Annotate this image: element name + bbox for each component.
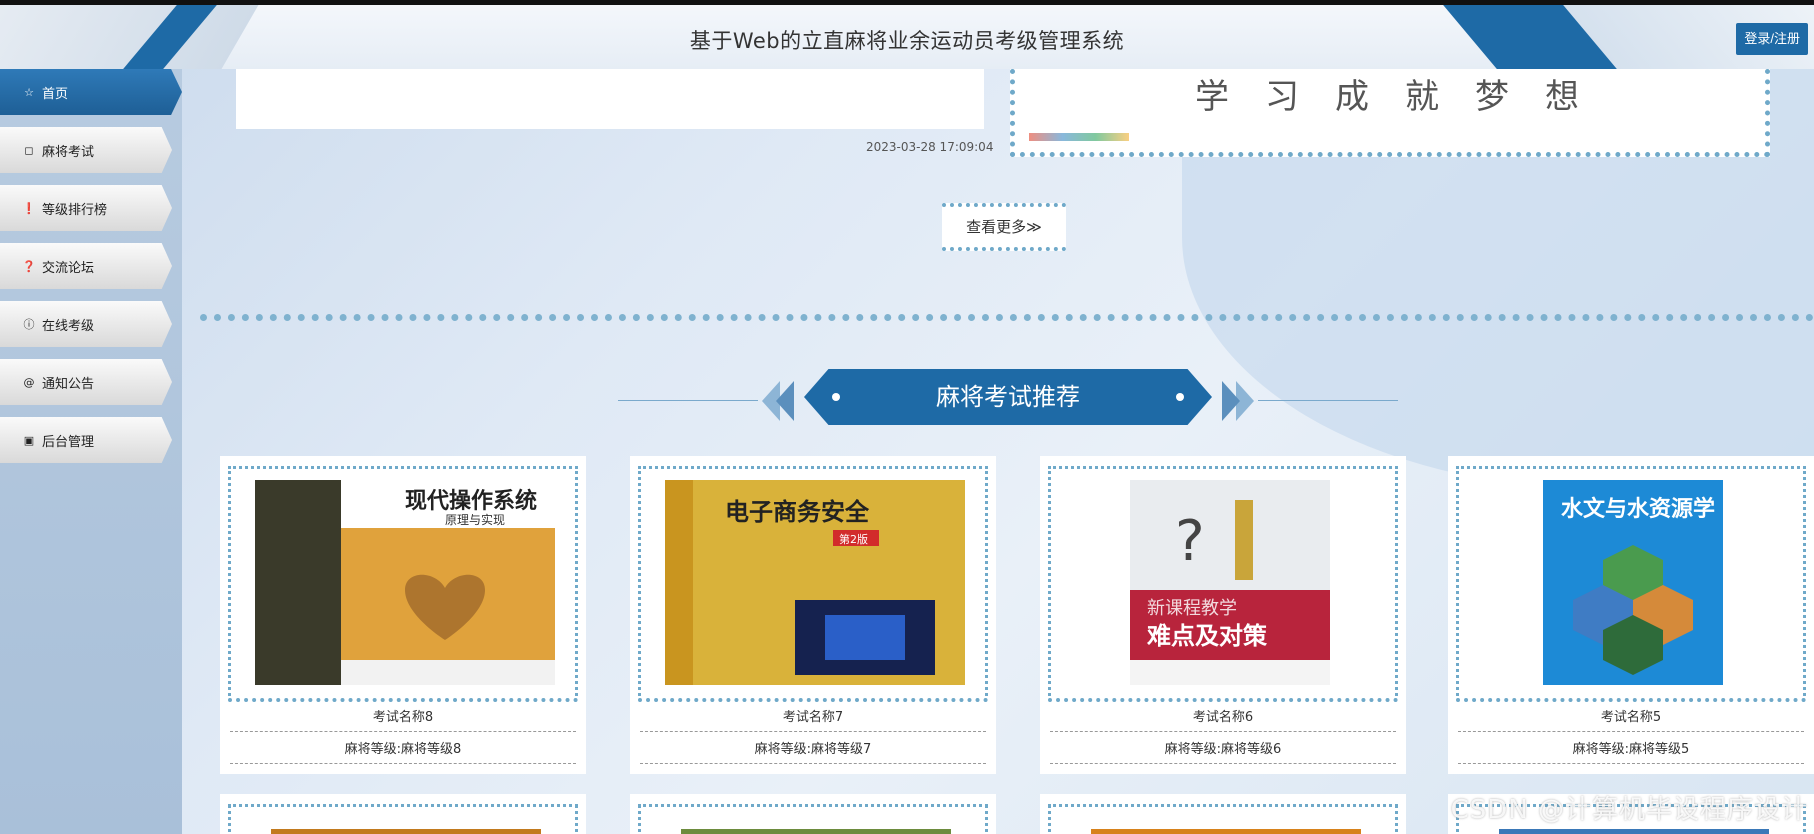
exam-cover-image[interactable] [271, 829, 541, 834]
sidebar: ☆ 首页 ◻ 麻将考试 ❗ 等级排行榜 ❓ 交流论坛 ⓘ 在线考级 @ 通知公告… [0, 69, 182, 834]
exam-cover-image[interactable] [1091, 829, 1361, 834]
exam-cover-frame: ? 新课程教学 难点及对策 [1048, 466, 1398, 702]
sidebar-item-admin[interactable]: ▣ 后台管理 [0, 417, 172, 463]
cover-title: 新课程教学 [1147, 598, 1237, 619]
cover-title: 水文与水资源学 [1561, 496, 1715, 522]
card-divider [1050, 731, 1396, 732]
info-circle-icon: ⓘ [23, 318, 35, 331]
cover-frame-border [228, 698, 578, 702]
dot-icon [832, 393, 840, 401]
exam-cover-frame: 电子商务安全 第2版 [638, 466, 988, 702]
cover-subtitle: 第2版 [839, 532, 868, 546]
question-circle-icon: ❓ [22, 259, 36, 273]
calendar-icon: ▣ [23, 433, 35, 447]
exam-level: 麻将等级:麻将等级5 [1572, 742, 1690, 757]
dot-icon [1176, 393, 1184, 401]
section-divider [200, 314, 1814, 321]
card-divider [1458, 731, 1804, 732]
sidebar-item-label: 交流论坛 [42, 260, 95, 276]
exam-cover-frame [228, 804, 578, 834]
banner-slogan: 学习成就梦想 [1195, 77, 1615, 117]
exam-card[interactable]: 现代操作系统 原理与实现 考试名称8 麻将等级:麻将等级8 [220, 456, 586, 774]
sidebar-item-label: 在线考级 [42, 318, 95, 334]
exam-card[interactable] [220, 794, 586, 834]
exam-recommend-list: 现代操作系统 原理与实现 考试名称8 麻将等级:麻将等级8 电子商务安全 第2版… [220, 456, 1814, 834]
cover-frame-border [1456, 698, 1806, 702]
exam-level: 麻将等级:麻将等级7 [754, 742, 872, 757]
exam-cover-image[interactable] [681, 829, 951, 834]
card-divider [640, 763, 986, 764]
at-icon: @ [23, 375, 35, 389]
exam-card[interactable] [1040, 794, 1406, 834]
sidebar-item-label: 等级排行榜 [42, 202, 108, 218]
exam-cover-frame: 现代操作系统 原理与实现 [228, 466, 578, 702]
card-divider [230, 731, 576, 732]
exam-name: 考试名称6 [1192, 710, 1254, 725]
section-title-text: 麻将考试推荐 [936, 383, 1080, 411]
news-date: 2023-03-28 17:09:04 [866, 140, 994, 154]
cover-title: 电子商务安全 [725, 497, 870, 526]
exam-cover-image[interactable]: 现代操作系统 原理与实现 [255, 480, 555, 685]
arrow-right-icon [1222, 381, 1240, 421]
exam-card[interactable]: 电子商务安全 第2版 考试名称7 麻将等级:麻将等级7 [630, 456, 996, 774]
cover-subtitle: 原理与实现 [445, 512, 505, 527]
site-title: 基于Web的立直麻将业余运动员考级管理系统 [689, 29, 1125, 53]
exam-name: 考试名称5 [1600, 710, 1662, 725]
exam-cover-frame [1048, 804, 1398, 834]
exam-cover-image[interactable] [1499, 829, 1769, 834]
sidebar-item-label: 后台管理 [42, 434, 95, 450]
card-divider [230, 763, 576, 764]
sidebar-item-online-grading[interactable]: ⓘ 在线考级 [0, 301, 172, 347]
bag-icon: ◻ [24, 143, 34, 157]
sidebar-item-forum[interactable]: ❓ 交流论坛 [0, 243, 172, 289]
exam-card[interactable]: ? 新课程教学 难点及对策 考试名称6 麻将等级:麻将等级6 [1040, 456, 1406, 774]
exam-card[interactable]: 水文与水资源学 考试名称5 麻将等级:麻将等级5 [1448, 456, 1814, 774]
exam-level: 麻将等级:麻将等级6 [1164, 742, 1282, 757]
cover-frame-border [1048, 698, 1398, 702]
main-content: 2023-03-28 17:09:04 学习成就梦想 查看更多≫ 麻将考试推荐 [182, 69, 1814, 834]
sidebar-item-home[interactable]: ☆ 首页 [0, 69, 182, 115]
sidebar-item-mahjong-exam[interactable]: ◻ 麻将考试 [0, 127, 172, 173]
cover-title: 现代操作系统 [405, 488, 537, 514]
exam-name: 考试名称7 [782, 710, 844, 725]
arrow-left-icon [776, 381, 794, 421]
section-header: 麻将考试推荐 [618, 369, 1398, 433]
section-line-right [1258, 400, 1398, 401]
sidebar-item-ranking[interactable]: ❗ 等级排行榜 [0, 185, 172, 231]
banner-color-strip [1029, 133, 1129, 141]
news-card[interactable] [236, 69, 984, 129]
exam-card[interactable] [630, 794, 996, 834]
exam-level: 麻将等级:麻将等级8 [344, 742, 462, 757]
sidebar-item-notices[interactable]: @ 通知公告 [0, 359, 172, 405]
exam-name: 考试名称8 [372, 710, 434, 725]
card-divider [1050, 763, 1396, 764]
exam-cover-image[interactable]: ? 新课程教学 难点及对策 [1075, 480, 1375, 685]
exam-cover-frame: 水文与水资源学 [1456, 466, 1806, 702]
exclamation-circle-icon: ❗ [22, 201, 36, 215]
news-banner-card[interactable]: 学习成就梦想 [1010, 69, 1770, 157]
card-divider [640, 731, 986, 732]
section-title: 麻将考试推荐 [804, 369, 1212, 425]
cover-frame-border [638, 698, 988, 702]
watermark-text: CSDN @计算机毕设程序设计 [1450, 795, 1808, 825]
sidebar-item-label: 首页 [42, 86, 69, 102]
cover-subtitle: 难点及对策 [1146, 621, 1268, 650]
exam-cover-frame [638, 804, 988, 834]
section-line-left [618, 400, 758, 401]
exam-cover-image[interactable]: 电子商务安全 第2版 [665, 480, 965, 685]
card-divider [1458, 763, 1804, 764]
sidebar-item-label: 麻将考试 [42, 144, 95, 160]
site-header: 基于Web的立直麻将业余运动员考级管理系统 登录/注册 [0, 5, 1814, 69]
sidebar-item-label: 通知公告 [42, 376, 95, 392]
exam-cover-image[interactable]: 水文与水资源学 [1483, 480, 1783, 685]
svg-text:?: ? [1175, 509, 1205, 574]
login-register-button[interactable]: 登录/注册 [1736, 23, 1808, 55]
view-more-button[interactable]: 查看更多≫ [942, 203, 1066, 251]
star-icon: ☆ [24, 85, 34, 99]
